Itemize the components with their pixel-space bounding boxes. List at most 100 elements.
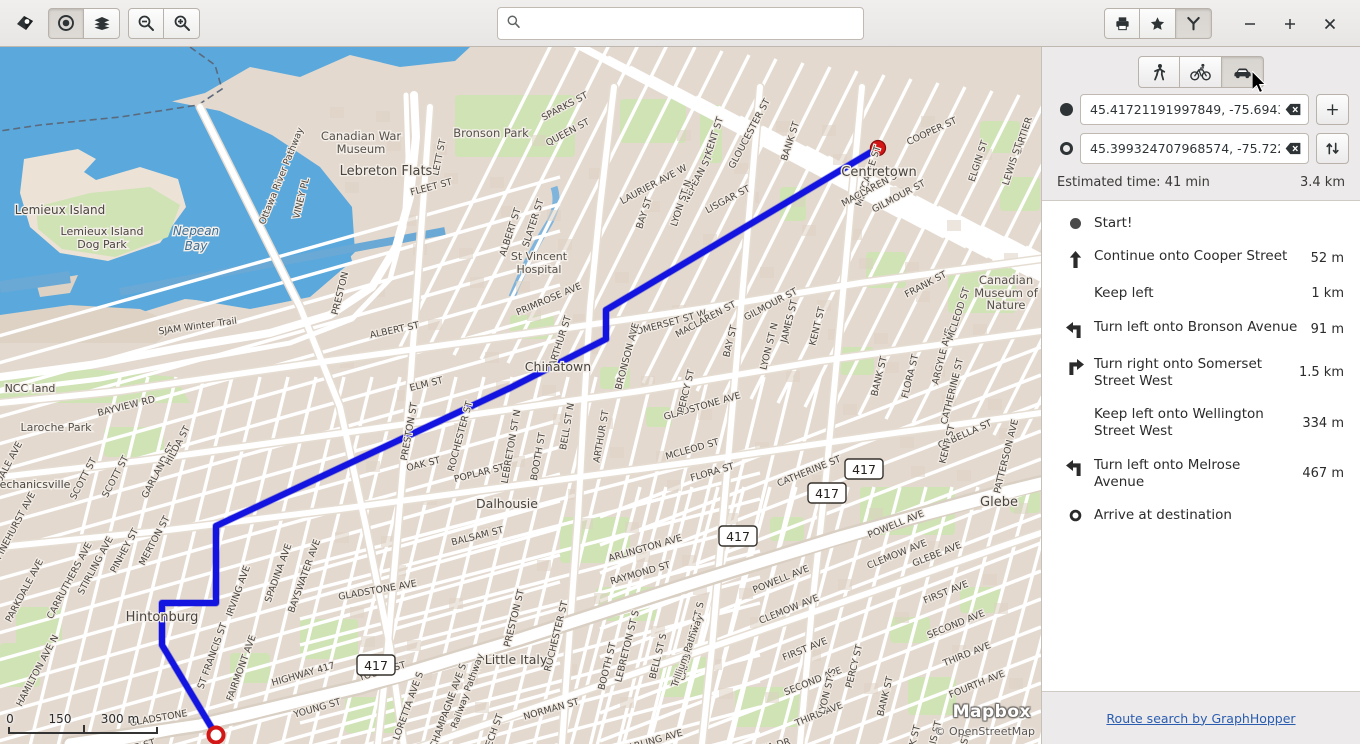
route-step-text: Continue onto Cooper Street	[1094, 248, 1288, 265]
svg-text:Bronson Park: Bronson Park	[453, 126, 529, 140]
svg-text:417: 417	[815, 486, 839, 501]
minimize-button[interactable]	[1230, 4, 1270, 44]
scale-label-start: 0	[6, 712, 14, 726]
transport-mode-group	[1138, 56, 1264, 88]
search-icon	[506, 14, 521, 33]
route-step-text: Keep left	[1094, 285, 1154, 302]
maximize-button[interactable]	[1270, 4, 1310, 44]
start-point-field[interactable]	[1080, 94, 1309, 125]
route-step[interactable]: Turn left onto Melrose Avenue 467 m	[1042, 449, 1360, 500]
search-input[interactable]	[521, 15, 863, 32]
map-canvas[interactable]: SPARKS ST QUEEN ST LAURIER AVE W NEPEAN ST G…	[0, 47, 1041, 744]
swap-points-button[interactable]	[1316, 133, 1349, 164]
scale-label-end: 300 m	[100, 712, 140, 726]
svg-text:Chinatown: Chinatown	[525, 359, 591, 374]
scale-line	[8, 725, 158, 734]
route-step[interactable]: Arrive at destination	[1042, 499, 1360, 532]
zoom-out-button[interactable]	[128, 7, 164, 39]
action-button-group	[1104, 8, 1212, 39]
layers-button[interactable]	[84, 7, 120, 39]
mapbox-watermark: Mapbox	[952, 702, 1031, 722]
route-step-distance: 334 m	[1302, 415, 1344, 431]
route-step-text: Start!	[1094, 215, 1133, 231]
route-point-start: +	[1042, 94, 1360, 125]
route-step-text: Turn right onto Somerset Street West	[1094, 355, 1263, 389]
svg-text:Canadian War: Canadian War	[321, 129, 402, 143]
maps-app-icon	[8, 6, 42, 40]
route-step-text: Keep left onto Wellington Street West	[1094, 406, 1264, 440]
add-point-button[interactable]: +	[1316, 94, 1349, 125]
svg-text:417: 417	[852, 462, 876, 477]
start-point-input[interactable]	[1090, 102, 1280, 117]
arrive-dot-icon	[1056, 507, 1094, 522]
turn-right-icon	[1056, 356, 1094, 377]
titlebar	[0, 0, 1360, 47]
route-sidebar: + Estimated time: 41 min 3.4	[1041, 47, 1360, 744]
route-summary: Estimated time: 41 min 3.4 km	[1042, 172, 1360, 200]
search-bar[interactable]	[497, 7, 864, 40]
mode-bike[interactable]	[1180, 56, 1222, 88]
sidebar-footer: Route search by GraphHopper	[1042, 692, 1360, 744]
search-box[interactable]	[497, 7, 864, 40]
route-step-distance: 52 m	[1310, 251, 1344, 267]
graphhopper-link[interactable]: Route search by GraphHopper	[1106, 711, 1295, 726]
svg-text:Nature: Nature	[987, 298, 1026, 312]
zoom-button-group	[128, 7, 200, 39]
osm-attribution: © OpenStreetMap	[934, 725, 1035, 739]
route-distance-label: 3.4 km	[1300, 175, 1345, 190]
zoom-in-button[interactable]	[164, 7, 200, 39]
svg-text:Bay: Bay	[185, 239, 209, 253]
clear-destination-icon[interactable]	[1280, 142, 1306, 155]
favorites-button[interactable]	[1140, 8, 1176, 39]
route-step[interactable]: Continue onto Cooper Street 52 m	[1042, 240, 1360, 277]
add-point-label: +	[1325, 99, 1340, 120]
scale-label-mid: 150	[48, 712, 72, 726]
route-step[interactable]: Keep left 1 km	[1042, 277, 1360, 310]
destination-point-field[interactable]	[1080, 133, 1309, 164]
destination-marker-icon	[1055, 142, 1077, 155]
route-step[interactable]: Start!	[1042, 207, 1360, 240]
mode-walk[interactable]	[1138, 56, 1180, 88]
svg-text:Lemieux Island: Lemieux Island	[15, 203, 106, 217]
route-step[interactable]: Keep left onto Wellington Street West 334…	[1042, 398, 1360, 449]
route-step-distance: 1.5 km	[1299, 365, 1344, 381]
turn-left-icon	[1056, 319, 1094, 340]
svg-text:Centretown: Centretown	[841, 165, 916, 180]
print-button[interactable]	[1104, 8, 1140, 39]
route-step-text: Arrive at destination	[1094, 507, 1232, 524]
transport-mode-row	[1042, 47, 1360, 94]
close-button[interactable]	[1310, 4, 1350, 44]
arrow-up-icon	[1056, 248, 1094, 269]
svg-text:Little Italy: Little Italy	[485, 652, 548, 667]
svg-text:417: 417	[364, 658, 388, 673]
svg-text:Nepean: Nepean	[173, 224, 219, 238]
svg-text:Museum: Museum	[337, 142, 386, 156]
estimated-time-label: Estimated time: 41 min	[1057, 175, 1210, 190]
start-dot-icon	[1056, 215, 1094, 230]
map-scale-bar: 0 150 300 m	[6, 712, 158, 734]
map-render: SPARKS STQUEEN STLAURIER AVE WNEPEAN STG…	[0, 47, 1041, 744]
route-step[interactable]: Turn right onto Somerset Street West 1.5 …	[1042, 348, 1360, 399]
route-step-distance: 467 m	[1302, 466, 1344, 482]
mode-car[interactable]	[1222, 56, 1264, 88]
svg-text:417: 417	[726, 529, 750, 544]
turn-left-icon	[1056, 457, 1094, 478]
current-location-button[interactable]	[48, 7, 84, 39]
clear-start-icon[interactable]	[1280, 103, 1306, 116]
svg-text:Hospital: Hospital	[517, 263, 562, 276]
route-steps-list[interactable]: Start! Continue onto Cooper Street 52 m Kee…	[1042, 200, 1360, 692]
route-button[interactable]	[1176, 8, 1212, 39]
route-step[interactable]: Turn left onto Bronson Avenue 91 m	[1042, 311, 1360, 348]
svg-text:NCC land: NCC land	[5, 382, 56, 395]
svg-text:Glebe: Glebe	[980, 495, 1018, 510]
route-point-destination	[1042, 133, 1360, 164]
route-step-distance: 1 km	[1311, 286, 1344, 302]
svg-text:Dalhousie: Dalhousie	[476, 496, 538, 511]
route-step-text: Turn left onto Bronson Avenue	[1094, 318, 1298, 335]
destination-point-input[interactable]	[1090, 141, 1280, 156]
nav-button-group	[48, 7, 120, 39]
svg-text:Hintonburg: Hintonburg	[126, 610, 199, 625]
step-no-icon	[1056, 285, 1094, 287]
step-no-icon	[1056, 406, 1094, 408]
svg-text:Canadian: Canadian	[979, 273, 1033, 287]
